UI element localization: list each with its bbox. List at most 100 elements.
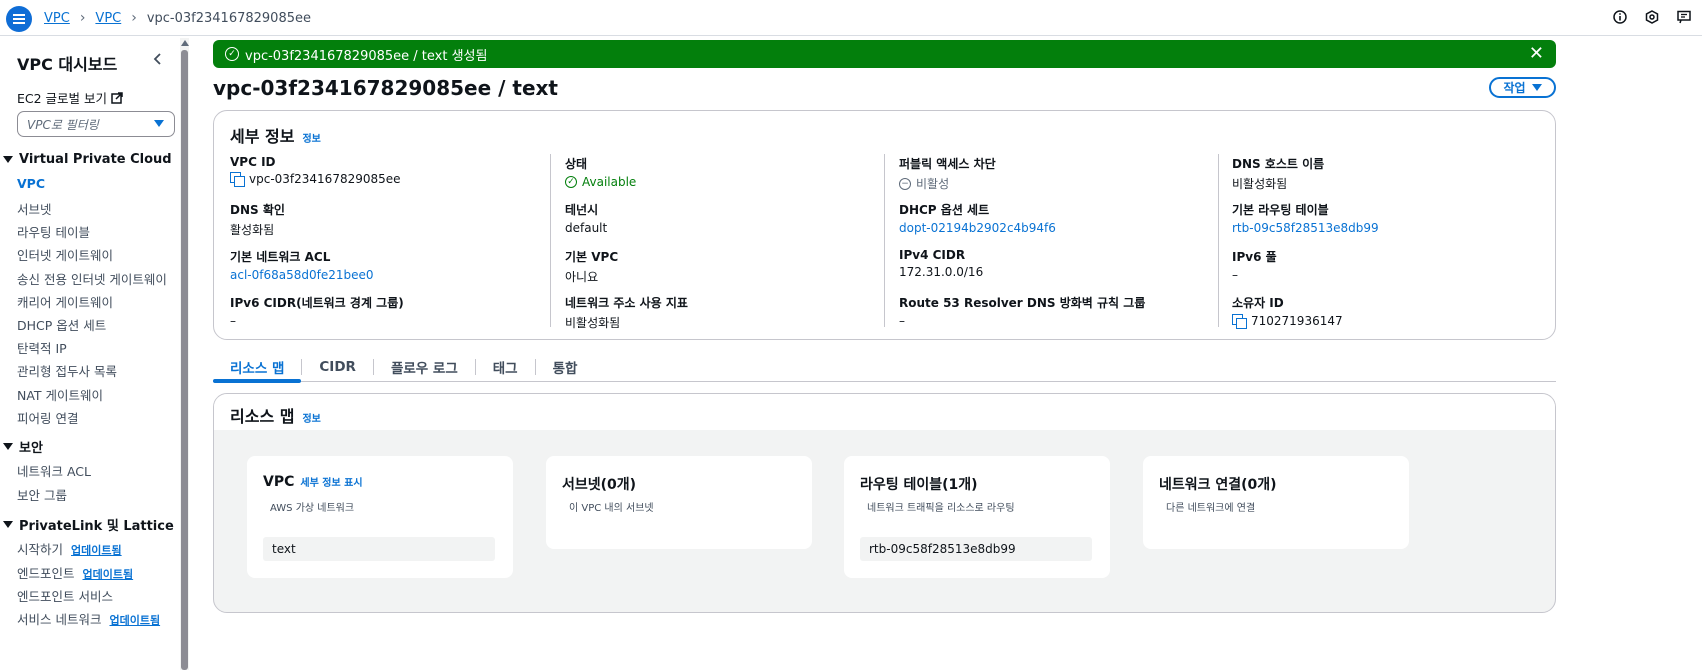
collapse-sidebar-icon[interactable]: [151, 52, 165, 66]
vpc-filter-select[interactable]: VPC로 필터링: [17, 111, 175, 137]
info-icon[interactable]: [1612, 9, 1628, 25]
ipv6-pool-value: –: [1232, 268, 1238, 282]
dhcp-options-link[interactable]: dopt-02194b2902c4b94f6: [899, 221, 1209, 235]
breadcrumb: VPC › VPC › vpc-03f234167829085ee: [44, 10, 311, 26]
section-label: Virtual Private Cloud: [19, 152, 172, 167]
copy-icon[interactable]: [230, 172, 245, 187]
card-description: 다른 네트워크에 연결: [1166, 503, 1256, 514]
dns-resolution-value: 활성화됨: [230, 223, 275, 237]
ipv6-cidr-value: –: [230, 314, 236, 328]
field-tenancy: 테넌시 default: [565, 201, 875, 235]
field-ipv4-cidr: IPv4 CIDR 172.31.0.0/16: [899, 248, 1209, 279]
sidebar-section-security[interactable]: 보안: [0, 437, 43, 456]
sidebar-item-endpoint-services[interactable]: 엔드포인트 서비스: [17, 586, 113, 605]
field-label: IPv6 풀: [1232, 250, 1277, 264]
side-navigation: VPC 대시보드 EC2 글로벌 보기 VPC로 필터링 Virtual Pri…: [0, 36, 178, 670]
field-label: VPC ID: [230, 155, 276, 169]
field-dhcp-options: DHCP 옵션 세트 dopt-02194b2902c4b94f6: [899, 201, 1209, 235]
sidebar-item-prefix-lists[interactable]: 관리형 접두사 목록: [17, 361, 117, 380]
main-network-acl-link[interactable]: acl-0f68a58d0fe21bee0: [230, 268, 540, 282]
card-title: 라우팅 테이블(1개): [860, 477, 978, 493]
copy-icon[interactable]: [1232, 314, 1247, 329]
flash-message: vpc-03f234167829085ee / text 생성됨: [245, 48, 488, 64]
resource-card-subnets: 서브넷(0개) 이 VPC 내의 서브넷: [546, 456, 812, 549]
sidebar-title[interactable]: VPC 대시보드: [17, 51, 117, 75]
feedback-icon[interactable]: [1676, 9, 1692, 25]
route-table-node-chip[interactable]: rtb-09c58f28513e8db99: [860, 537, 1092, 561]
vpc-node-chip[interactable]: text: [263, 537, 495, 561]
updated-badge: 업데이트됨: [109, 614, 161, 627]
dns-hostnames-value: 비활성화됨: [1232, 177, 1288, 191]
field-default-vpc: 기본 VPC 아니요: [565, 248, 875, 285]
sidebar-item-getting-started[interactable]: 시작하기 업데이트됨: [17, 539, 122, 558]
status-off-icon: −: [899, 177, 911, 190]
sidebar-item-security-groups[interactable]: 보안 그룹: [17, 485, 67, 504]
breadcrumb-current: vpc-03f234167829085ee: [146, 10, 311, 26]
sidebar-item-egress-only-igw[interactable]: 송신 전용 인터넷 게이트웨이: [17, 269, 167, 288]
external-link-icon: [111, 91, 123, 104]
field-public-access-block: 퍼블릭 액세스 차단 − 비활성: [899, 155, 1209, 192]
sidebar-item-network-acls[interactable]: 네트워크 ACL: [17, 461, 91, 480]
sidebar-item-nat-gateways[interactable]: NAT 게이트웨이: [17, 385, 103, 404]
main-route-table-link[interactable]: rtb-09c58f28513e8db99: [1232, 221, 1542, 235]
sidebar-item-peering[interactable]: 피어링 연결: [17, 408, 78, 427]
sidebar-item-internet-gateways[interactable]: 인터넷 게이트웨이: [17, 245, 113, 264]
field-label: IPv4 CIDR: [899, 248, 966, 262]
resource-map-info-link[interactable]: 정보: [302, 410, 320, 425]
resource-map-heading: 리소스 맵: [230, 407, 295, 426]
field-label: 테넌시: [565, 203, 599, 217]
tab-resource-map[interactable]: 리소스 맵: [213, 352, 302, 383]
sidebar-item-carrier-gateways[interactable]: 캐리어 게이트웨이: [17, 292, 113, 311]
network-address-usage-value: 비활성화됨: [565, 316, 621, 330]
updated-badge: 업데이트됨: [71, 544, 122, 557]
sidebar-ec2-label: EC2 글로벌 보기: [17, 91, 108, 106]
tab-cidr[interactable]: CIDR: [302, 352, 373, 382]
status-available-icon: ✓: [565, 176, 577, 188]
breadcrumb-vpc[interactable]: VPC: [95, 11, 121, 26]
close-icon[interactable]: ✕: [1529, 45, 1544, 63]
sidebar-item-subnets[interactable]: 서브넷: [17, 199, 52, 218]
scroll-up-icon[interactable]: [181, 40, 189, 46]
caret-down-icon: [154, 120, 164, 127]
caret-down-icon: [3, 443, 13, 450]
item-label: 서비스 네트워크: [17, 612, 102, 627]
settings-icon[interactable]: [1644, 9, 1660, 25]
sidebar-item-elastic-ips[interactable]: 탄력적 IP: [17, 338, 67, 357]
sidebar-item-route-tables[interactable]: 라우팅 테이블: [17, 222, 90, 241]
menu-icon[interactable]: [6, 6, 32, 32]
show-details-link[interactable]: 세부 정보 표시: [300, 474, 362, 489]
sidebar-item-endpoints[interactable]: 엔드포인트 업데이트됨: [17, 563, 133, 582]
details-info-link[interactable]: 정보: [302, 130, 320, 145]
tab-integrations[interactable]: 통합: [536, 352, 595, 382]
caret-down-icon: [3, 521, 13, 528]
card-title: VPC: [263, 474, 295, 490]
sidebar-item-service-networks[interactable]: 서비스 네트워크 업데이트됨: [17, 609, 160, 628]
caret-down-icon: [1531, 84, 1542, 91]
breadcrumb-vpc-root[interactable]: VPC: [44, 11, 70, 26]
field-label: DHCP 옵션 세트: [899, 203, 990, 217]
field-label: DNS 호스트 이름: [1232, 157, 1325, 171]
field-label: 퍼블릭 액세스 차단: [899, 157, 996, 171]
sidebar-item-dhcp-option-sets[interactable]: DHCP 옵션 세트: [17, 315, 106, 334]
success-icon: ✓: [225, 47, 239, 61]
tab-flow-logs[interactable]: 플로우 로그: [374, 352, 475, 382]
vpc-filter-placeholder: VPC로 필터링: [27, 117, 99, 132]
top-navigation: VPC › VPC › vpc-03f234167829085ee: [0, 0, 1702, 36]
sidebar-section-privatelink[interactable]: PrivateLink 및 Lattice: [0, 515, 174, 534]
field-owner-id: 소유자 ID 710271936147: [1232, 294, 1542, 329]
sidebar-ec2-global-view[interactable]: EC2 글로벌 보기: [17, 88, 123, 107]
tenancy-value: default: [565, 221, 608, 235]
sidebar-scrollbar-thumb[interactable]: [181, 50, 188, 670]
card-description: AWS 가상 네트워크: [270, 503, 355, 514]
field-state: 상태 ✓ Available: [565, 155, 875, 189]
sidebar-item-vpc[interactable]: VPC: [17, 176, 45, 191]
item-label: 엔드포인트: [17, 566, 75, 581]
tab-tags[interactable]: 태그: [476, 352, 535, 382]
field-network-address-usage: 네트워크 주소 사용 지표 비활성화됨: [565, 294, 875, 331]
sidebar-section-vpc[interactable]: Virtual Private Cloud: [0, 152, 172, 167]
actions-button[interactable]: 작업: [1489, 77, 1556, 98]
column-divider: [1218, 154, 1219, 327]
state-value: Available: [582, 175, 637, 189]
chevron-right-icon: ›: [79, 10, 86, 26]
card-description: 이 VPC 내의 서브넷: [569, 503, 654, 514]
